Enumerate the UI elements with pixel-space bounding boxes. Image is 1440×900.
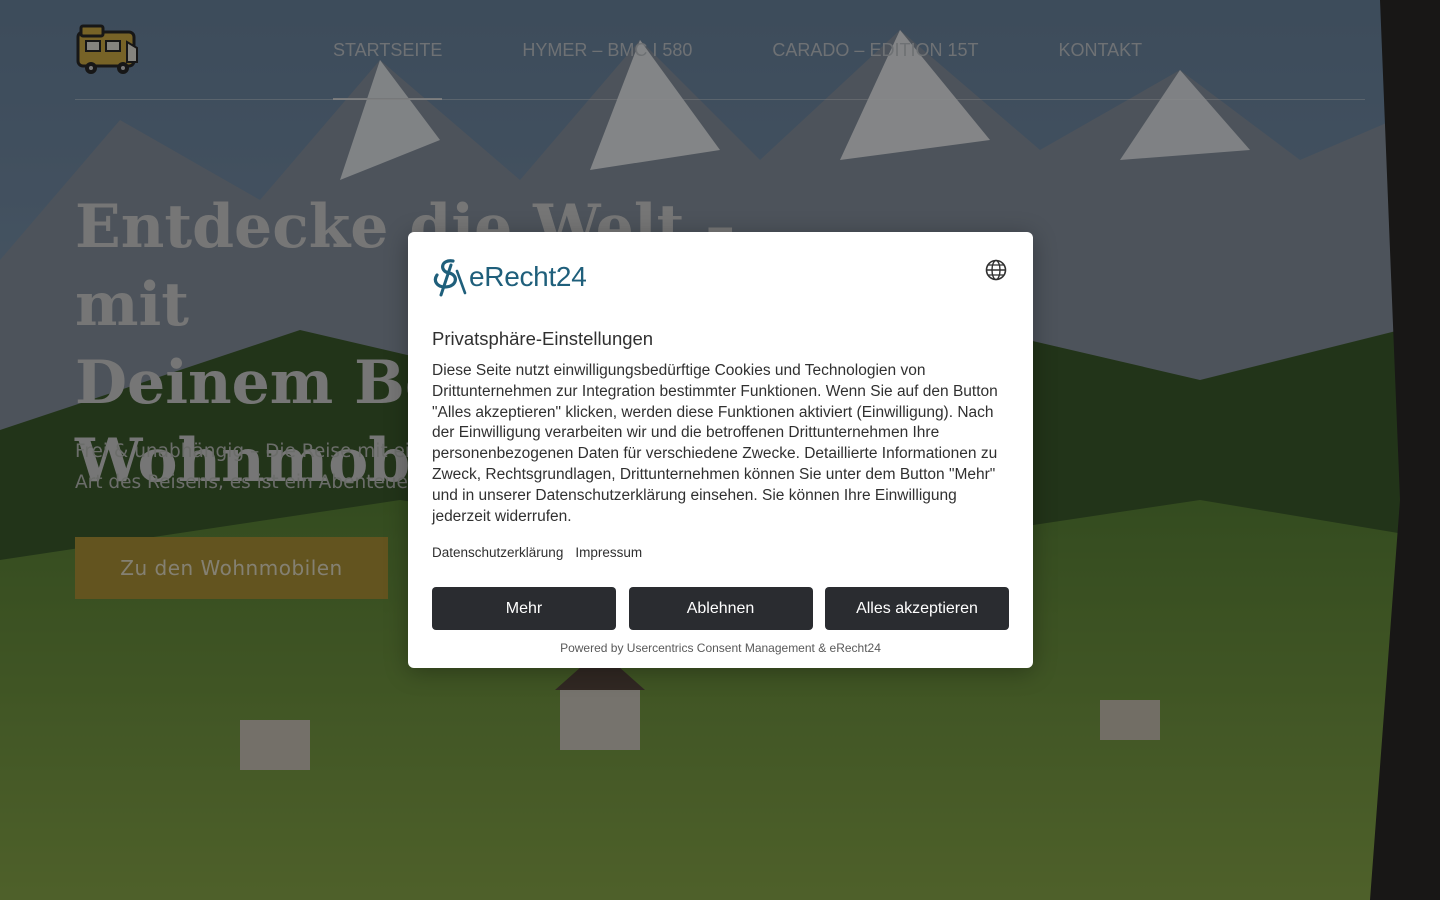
powered-by-text: Powered by Usercentrics Consent Manageme… <box>560 641 881 655</box>
erecht24-mark-icon <box>433 259 467 297</box>
consent-dialog: eRecht24 Privatsphäre-Einstellungen Dies… <box>408 232 1033 668</box>
globe-icon[interactable] <box>985 259 1007 281</box>
consent-links: Datenschutzerklärung Impressum <box>432 545 654 560</box>
brand-name: eRecht24 <box>469 261 587 292</box>
privacy-policy-link[interactable]: Datenschutzerklärung <box>432 545 563 560</box>
consent-title: Privatsphäre-Einstellungen <box>432 328 654 349</box>
consent-actions: Mehr Ablehnen Alles akzeptieren <box>432 587 1009 630</box>
erecht24-logo: eRecht24 <box>431 256 587 298</box>
consent-description: Diese Seite nutzt einwilligungsbedürftig… <box>432 362 998 525</box>
decline-button[interactable]: Ablehnen <box>628 587 813 630</box>
more-button[interactable]: Mehr <box>432 587 616 630</box>
imprint-link[interactable]: Impressum <box>575 545 642 560</box>
accept-all-button[interactable]: Alles akzeptieren <box>825 587 1009 630</box>
